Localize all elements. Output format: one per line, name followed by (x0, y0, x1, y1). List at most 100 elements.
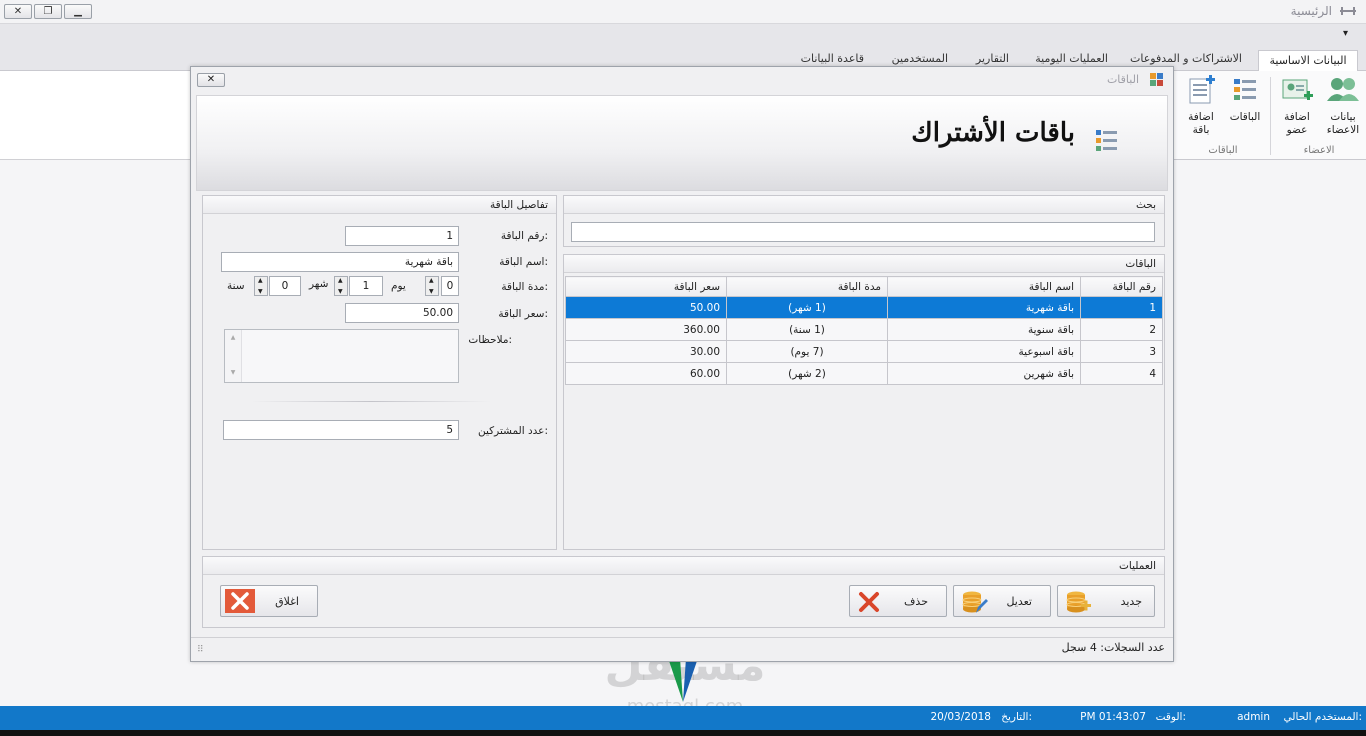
close-x-icon (225, 589, 255, 613)
tab-database[interactable]: قاعدة البيانات (801, 52, 864, 65)
restore-window-button[interactable]: ❐ (34, 4, 62, 19)
main-content-area (0, 71, 192, 160)
table-row[interactable]: 4 باقة شهرين (2 شهر) 60.00 (565, 362, 1163, 385)
taskbar-strip (0, 730, 1366, 736)
details-separator (251, 401, 491, 402)
duration-day-spinner[interactable] (425, 276, 439, 296)
package-details-group: تفاصيل الباقة رقم الباقة: 1 اسم الباقة: … (202, 195, 557, 550)
new-button[interactable]: جديد (1057, 585, 1155, 617)
table-row[interactable]: 3 باقة اسبوعية (7 يوم) 30.00 (565, 340, 1163, 363)
cell-name: باقة اسبوعية (887, 340, 1081, 363)
ribbon-group-members: الاعضاء (1303, 145, 1335, 156)
add-member-icon (1282, 79, 1313, 100)
scroll-down-icon[interactable]: ▼ (225, 369, 241, 376)
notes-scrollbar[interactable]: ▲ ▼ (225, 330, 242, 382)
quick-access-dropdown-icon[interactable]: ▾ (1343, 28, 1348, 39)
new-database-icon (1066, 591, 1091, 613)
tab-basic-data[interactable]: البيانات الاساسية (1258, 50, 1358, 72)
edit-button[interactable]: تعديل (953, 585, 1051, 617)
cell-name: باقة سنوية (887, 318, 1081, 341)
notes-textarea[interactable]: ▲ ▼ (224, 329, 459, 383)
table-row[interactable]: 1 باقة شهرية (1 شهر) 50.00 (565, 296, 1163, 319)
header-title: باقات الأشتراك (911, 118, 1075, 148)
tab-reports[interactable]: التقارير (976, 52, 1009, 65)
table-row[interactable]: 2 باقة سنوية (1 سنة) 360.00 (565, 318, 1163, 341)
members-icon (1327, 78, 1359, 101)
duration-month-field[interactable]: 1 (349, 276, 383, 296)
duration-month-label: شهر (309, 278, 329, 290)
app-title: الرئيسية (1290, 4, 1332, 18)
minimize-window-button[interactable]: ▁ (64, 4, 92, 19)
col-header-duration[interactable]: مدة الباقة (726, 276, 888, 297)
subscribers-count-field[interactable]: 5 (223, 420, 459, 440)
add-package-button[interactable]: اضافة باقة (1180, 75, 1222, 137)
duration-day-field[interactable]: 0 (441, 276, 459, 296)
tab-subscriptions[interactable]: الاشتراكات و المدفوعات (1130, 52, 1242, 65)
resize-grip-icon[interactable]: ⠿ (197, 645, 204, 655)
packages-button-label: الباقات (1229, 111, 1261, 123)
package-price-field[interactable]: 50.00 (345, 303, 459, 323)
search-input[interactable] (571, 222, 1155, 242)
add-member-button[interactable]: اضافة عضو (1276, 75, 1318, 137)
cell-duration: (7 يوم) (726, 340, 888, 363)
cell-number: 1 (1080, 296, 1163, 319)
header-packages-list-icon (1096, 130, 1117, 151)
packages-table: رقم الباقة اسم الباقة مدة الباقة سعر الب… (565, 276, 1163, 385)
cell-number: 4 (1080, 362, 1163, 385)
close-window-button[interactable]: ✕ (4, 4, 32, 19)
duration-year-label: سنة (227, 280, 245, 292)
package-duration-label: مدة الباقة: (501, 281, 548, 293)
app-icon (1340, 7, 1356, 15)
table-header-row: رقم الباقة اسم الباقة مدة الباقة سعر الب… (565, 276, 1163, 297)
tab-users[interactable]: المستخدمين (892, 52, 948, 65)
new-button-label: جديد (1120, 595, 1142, 608)
packages-button[interactable]: الباقات (1224, 75, 1266, 124)
quick-access-bar: ▾ (0, 24, 1366, 46)
cell-price: 50.00 (565, 296, 727, 319)
members-data-label: بيانات الاعضاء (1326, 111, 1360, 136)
time-label: الوقت: (1155, 711, 1186, 723)
search-group: بحث (563, 195, 1165, 247)
time-value: PM 01:43:07 (1080, 711, 1146, 723)
packages-list-header: الباقات (564, 255, 1164, 273)
cell-number: 3 (1080, 340, 1163, 363)
close-button[interactable]: اغلاق (220, 585, 318, 617)
duration-day-label: يوم (391, 280, 406, 292)
add-package-icon (1189, 75, 1215, 104)
cell-duration: (1 شهر) (726, 296, 888, 319)
col-header-number[interactable]: رقم الباقة (1080, 276, 1163, 297)
dialog-title-bar: ✕ الباقات (191, 67, 1173, 91)
duration-year-spinner[interactable] (254, 276, 268, 296)
details-group-header: تفاصيل الباقة (203, 196, 556, 214)
cell-price: 30.00 (565, 340, 727, 363)
ribbon-group-packages: الباقات (1208, 145, 1238, 156)
members-data-button[interactable]: بيانات الاعضاء (1322, 75, 1364, 137)
cell-duration: (2 شهر) (726, 362, 888, 385)
package-number-label: رقم الباقة: (500, 230, 548, 242)
current-user-value: admin (1237, 711, 1270, 723)
package-number-field[interactable]: 1 (345, 226, 459, 246)
header-banner: باقات الأشتراك (196, 95, 1168, 191)
scroll-up-icon[interactable]: ▲ (225, 334, 241, 341)
cell-price: 360.00 (565, 318, 727, 341)
status-bar: المستخدم الحالي: admin الوقت: PM 01:43:0… (0, 706, 1366, 730)
duration-year-field[interactable]: 0 (269, 276, 301, 296)
main-title-bar: ✕ ❐ ▁ الرئيسية (0, 0, 1366, 24)
edit-database-icon (962, 591, 988, 613)
duration-month-spinner[interactable] (334, 276, 348, 296)
dialog-title: الباقات (1106, 73, 1139, 86)
dialog-close-button[interactable]: ✕ (197, 73, 225, 87)
col-header-name[interactable]: اسم الباقة (887, 276, 1081, 297)
dialog-packages-icon (1150, 73, 1163, 86)
dialog-status-divider (191, 637, 1173, 638)
package-name-field[interactable]: باقة شهرية (221, 252, 459, 272)
add-package-label: اضافة باقة (1188, 111, 1214, 136)
ribbon-panel: بيانات الاعضاء اضافة عضو الباقات اضافة ب… (1172, 71, 1366, 160)
search-group-header: بحث (564, 196, 1164, 214)
package-price-label: سعر الباقة: (498, 308, 548, 320)
col-header-price[interactable]: سعر الباقة (565, 276, 727, 297)
current-user-label: المستخدم الحالي: (1283, 711, 1362, 723)
delete-button[interactable]: حذف (849, 585, 947, 617)
ribbon-group-divider (1270, 77, 1271, 155)
tab-daily-operations[interactable]: العمليات اليومية (1035, 52, 1108, 65)
